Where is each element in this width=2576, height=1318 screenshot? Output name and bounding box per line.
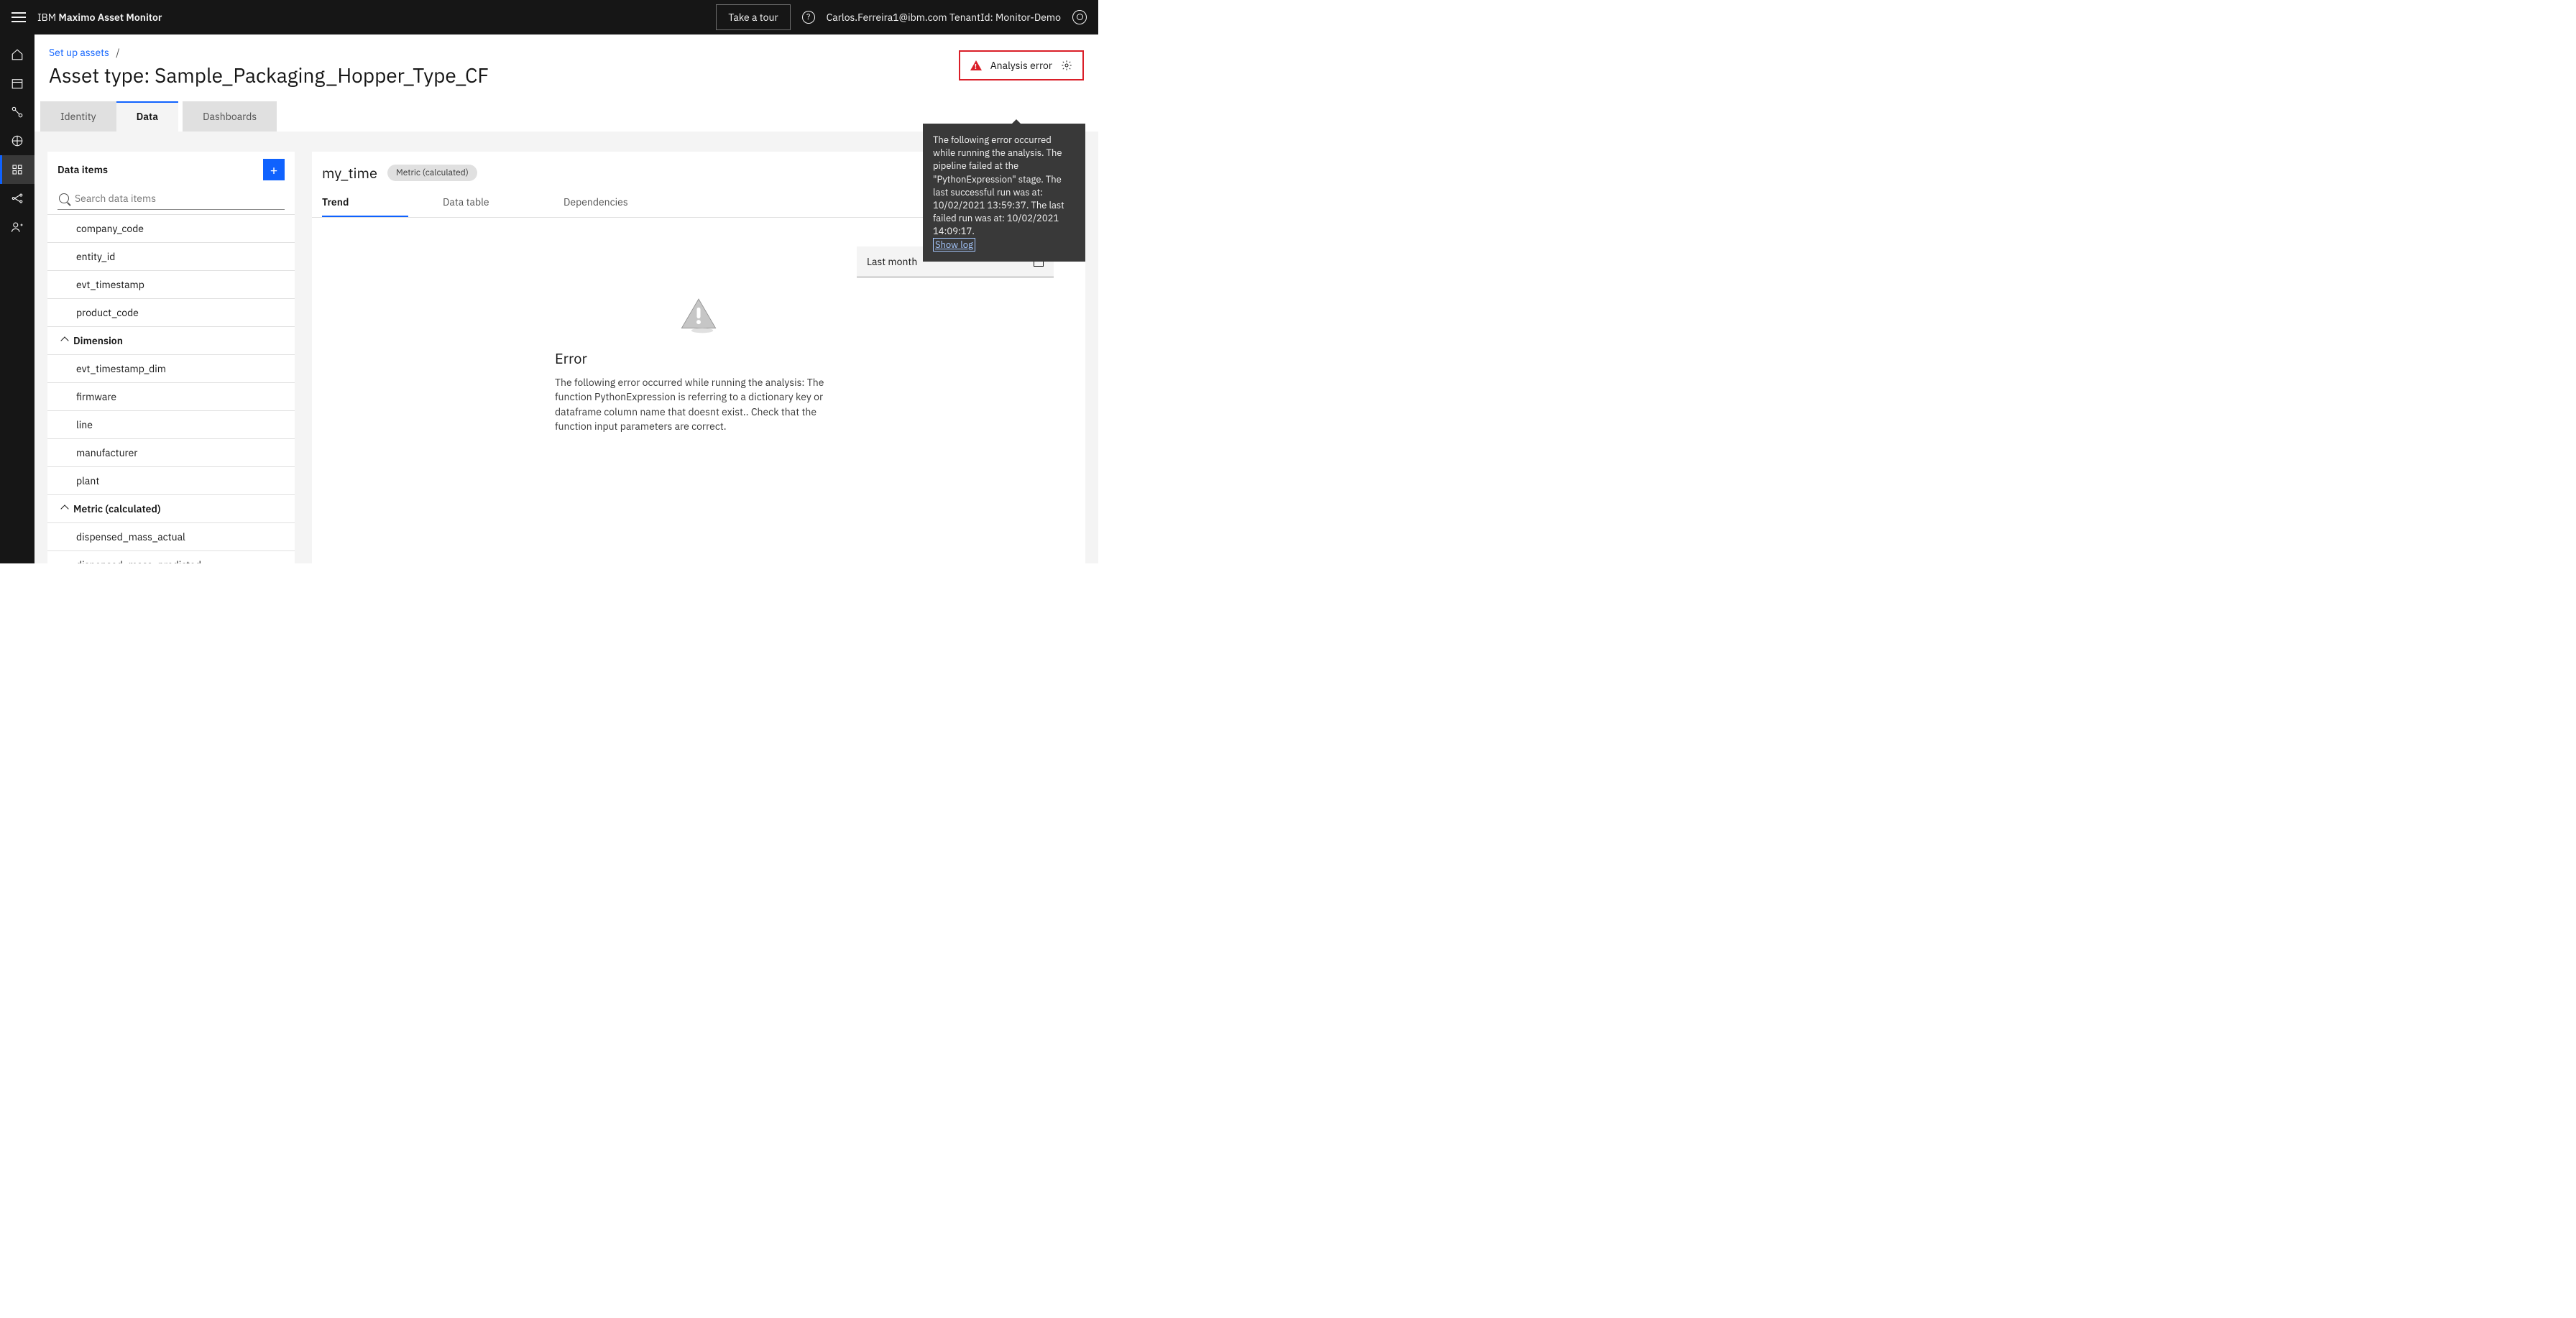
nav-home-icon[interactable] — [0, 40, 34, 69]
list-item[interactable]: entity_id — [47, 242, 295, 270]
list-item[interactable]: dispensed_mass_actual — [47, 522, 295, 550]
analysis-error-status[interactable]: Analysis error — [959, 50, 1084, 80]
menu-icon[interactable] — [12, 12, 26, 22]
data-items-title: Data items — [58, 163, 108, 176]
subtab-data-table[interactable]: Data table — [443, 188, 529, 217]
breadcrumb: Set up assets / — [49, 46, 489, 59]
tooltip-body: The following error occurred while runni… — [933, 134, 1064, 237]
error-tooltip: The following error occurred while runni… — [923, 124, 1085, 262]
error-title: Error — [555, 349, 842, 368]
header-left: IBM Maximo Asset Monitor — [12, 11, 162, 24]
tab-identity[interactable]: Identity — [40, 101, 116, 132]
list-item[interactable]: evt_timestamp — [47, 270, 295, 298]
main-region: Set up assets / Asset type: Sample_Packa… — [34, 34, 1098, 563]
breadcrumb-link[interactable]: Set up assets — [49, 46, 109, 59]
list-item[interactable]: company_code — [47, 214, 295, 242]
brand-label: IBM Maximo Asset Monitor — [37, 11, 162, 24]
breadcrumb-separator: / — [116, 46, 119, 59]
search-input[interactable] — [75, 192, 283, 205]
app-header: IBM Maximo Asset Monitor Take a tour ? C… — [0, 0, 1098, 34]
nav-connect-icon[interactable] — [0, 98, 34, 126]
help-icon[interactable]: ? — [802, 11, 815, 24]
list-item[interactable]: manufacturer — [47, 438, 295, 466]
list-item[interactable]: evt_timestamp_dim — [47, 354, 295, 382]
nav-calendar-icon[interactable] — [0, 69, 34, 98]
subtab-trend[interactable]: Trend — [322, 188, 408, 217]
error-block: Error The following error occurred while… — [555, 295, 842, 433]
group-metric[interactable]: Metric (calculated) — [47, 494, 295, 522]
warning-icon — [970, 60, 982, 70]
chevron-down-icon — [60, 504, 68, 512]
status-text: Analysis error — [990, 59, 1052, 72]
search-box — [58, 188, 285, 210]
chevron-down-icon — [60, 336, 68, 344]
side-nav — [0, 34, 34, 563]
error-message: The following error occurred while runni… — [555, 375, 842, 433]
list-item[interactable]: plant — [47, 466, 295, 494]
group-dimension[interactable]: Dimension — [47, 326, 295, 354]
page-title: Asset type: Sample_Packaging_Hopper_Type… — [49, 62, 489, 88]
nav-explore-icon[interactable] — [0, 126, 34, 155]
nav-users-icon[interactable] — [0, 213, 34, 241]
gear-icon[interactable] — [1061, 60, 1072, 71]
tab-dashboards[interactable]: Dashboards — [183, 101, 277, 132]
metric-badge: Metric (calculated) — [387, 165, 477, 181]
nav-assets-icon[interactable] — [0, 155, 34, 184]
show-log-link[interactable]: Show log — [933, 238, 975, 252]
add-data-item-button[interactable]: + — [263, 159, 285, 180]
avatar-icon[interactable] — [1072, 10, 1087, 24]
list-item[interactable]: line — [47, 410, 295, 438]
subtab-dependencies[interactable]: Dependencies — [564, 188, 650, 217]
tab-data[interactable]: Data — [116, 101, 178, 132]
error-triangle-icon — [679, 295, 718, 334]
date-range-label: Last month — [867, 255, 917, 268]
detail-title: my_time — [322, 163, 377, 183]
take-tour-button[interactable]: Take a tour — [716, 4, 790, 30]
content-area: Last month E — [312, 218, 1085, 563]
search-icon — [59, 193, 69, 203]
list-item[interactable]: firmware — [47, 382, 295, 410]
nav-flow-icon[interactable] — [0, 184, 34, 213]
header-right: Take a tour ? Carlos.Ferreira1@ibm.com T… — [716, 4, 1087, 30]
data-item-list: company_code entity_id evt_timestamp pro… — [47, 214, 295, 563]
list-item[interactable]: product_code — [47, 298, 295, 326]
page-header: Set up assets / Asset type: Sample_Packa… — [34, 34, 1098, 88]
data-items-panel: Data items + company_code entity_id evt_… — [47, 152, 295, 563]
list-item[interactable]: dispensed_mass_predicted — [47, 550, 295, 563]
user-info: Carlos.Ferreira1@ibm.com TenantId: Monit… — [827, 11, 1061, 24]
